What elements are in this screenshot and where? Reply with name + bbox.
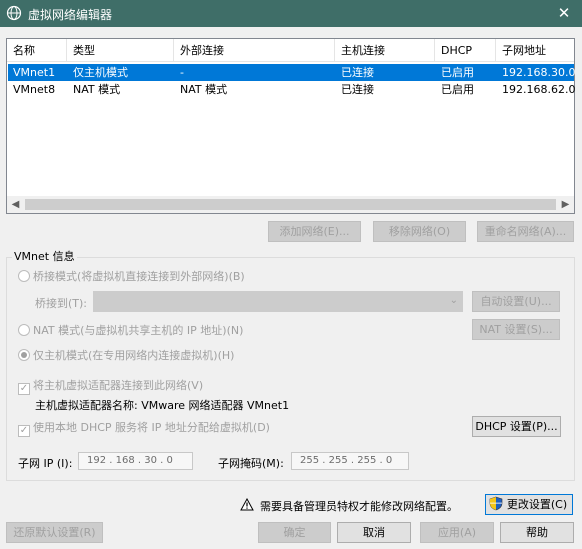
radio-icon [18,270,30,282]
scroll-right-icon[interactable]: ▶ [557,196,574,213]
remove-network-button[interactable]: 移除网络(O) [373,221,466,242]
title-bar: 虚拟网络编辑器 ✕ [0,0,582,27]
use-dhcp-label: 使用本地 DHCP 服务将 IP 地址分配给虚拟机(D) [33,421,270,434]
row-external: NAT 模式 [180,83,228,96]
table-row[interactable]: VMnet8 NAT 模式 NAT 模式 已连接 已启用 192.168.62.… [8,81,576,98]
column-header-dhcp[interactable]: DHCP [435,39,496,62]
uac-shield-icon [489,496,503,511]
column-header-host[interactable]: 主机连接 [335,39,435,62]
close-icon[interactable]: ✕ [546,0,582,27]
auto-settings-button[interactable]: 自动设置(U)... [472,291,560,312]
network-list[interactable]: 名称 类型 外部连接 主机连接 DHCP 子网地址 VMnet1 仅主机模式 -… [6,38,575,214]
row-dhcp: 已启用 [441,83,474,96]
bridged-mode-label: 桥接模式(将虚拟机直接连接到外部网络)(B) [33,270,245,283]
checkmark-icon: ✓ [18,383,30,395]
row-type: 仅主机模式 [73,66,128,79]
ok-button[interactable]: 确定 [258,522,331,543]
row-external: - [180,66,184,79]
row-dhcp: 已启用 [441,66,474,79]
help-button[interactable]: 帮助 [500,522,574,543]
scrollbar-thumb[interactable] [25,199,556,210]
row-subnet: 192.168.30.0 [502,66,576,79]
network-icon [6,5,22,21]
row-type: NAT 模式 [73,83,121,96]
radio-icon [18,324,30,336]
subnet-mask-label: 子网掩码(M): [218,457,284,470]
cancel-button[interactable]: 取消 [337,522,411,543]
subnet-mask-field[interactable]: 255 . 255 . 255 . 0 [291,452,409,470]
row-name: VMnet1 [13,66,56,79]
host-only-radio[interactable]: 仅主机模式(在专用网络内连接虚拟机)(H) [18,347,234,363]
connect-adapter-label: 将主机虚拟适配器连接到此网络(V) [33,379,204,392]
vmnet-info-label: VMnet 信息 [12,248,77,264]
use-dhcp-checkbox[interactable]: ✓ 使用本地 DHCP 服务将 IP 地址分配给虚拟机(D) [18,419,270,437]
connect-adapter-checkbox[interactable]: ✓ 将主机虚拟适配器连接到此网络(V) [18,377,203,395]
window-title: 虚拟网络编辑器 [28,8,113,22]
change-settings-label: 更改设置(C) [506,498,568,511]
subnet-ip-field[interactable]: 192 . 168 . 30 . 0 [78,452,193,470]
table-row[interactable]: VMnet1 仅主机模式 - 已连接 已启用 192.168.30.0 [8,64,576,81]
row-host: 已连接 [341,66,374,79]
column-header-subnet[interactable]: 子网地址 [496,39,576,62]
scroll-left-icon[interactable]: ◀ [7,196,24,213]
host-only-label: 仅主机模式(在专用网络内连接虚拟机)(H) [33,349,235,362]
bridged-to-select[interactable]: ⌄ [93,291,463,312]
chevron-down-icon: ⌄ [449,295,458,306]
warning-icon [240,498,254,511]
subnet-ip-label: 子网 IP (I): [18,457,73,470]
adapter-name-text: 主机虚拟适配器名称: VMware 网络适配器 VMnet1 [35,399,290,412]
bridged-to-label: 桥接到(T): [35,297,88,310]
row-host: 已连接 [341,83,374,96]
rename-network-button[interactable]: 重命名网络(A)... [477,221,574,242]
radio-icon [18,349,30,361]
apply-button[interactable]: 应用(A) [420,522,494,543]
list-header: 名称 类型 外部连接 主机连接 DHCP 子网地址 [7,39,574,62]
row-subnet: 192.168.62.0 [502,83,576,96]
nat-mode-label: NAT 模式(与虚拟机共享主机的 IP 地址)(N) [33,324,244,337]
column-header-name[interactable]: 名称 [7,39,67,62]
dhcp-settings-button[interactable]: DHCP 设置(P)... [472,416,561,437]
nat-mode-radio[interactable]: NAT 模式(与虚拟机共享主机的 IP 地址)(N) [18,322,243,338]
bridged-mode-radio[interactable]: 桥接模式(将虚拟机直接连接到外部网络)(B) [18,268,245,284]
nat-settings-button[interactable]: NAT 设置(S)... [472,319,560,340]
horizontal-scrollbar[interactable]: ◀ ▶ [7,196,574,213]
add-network-button[interactable]: 添加网络(E)... [268,221,361,242]
row-name: VMnet8 [13,83,56,96]
column-header-external[interactable]: 外部连接 [174,39,335,62]
checkmark-icon: ✓ [18,425,30,437]
column-header-type[interactable]: 类型 [67,39,174,62]
admin-notice-text: 需要具备管理员特权才能修改网络配置。 [260,500,458,513]
restore-defaults-button[interactable]: 还原默认设置(R) [6,522,103,543]
